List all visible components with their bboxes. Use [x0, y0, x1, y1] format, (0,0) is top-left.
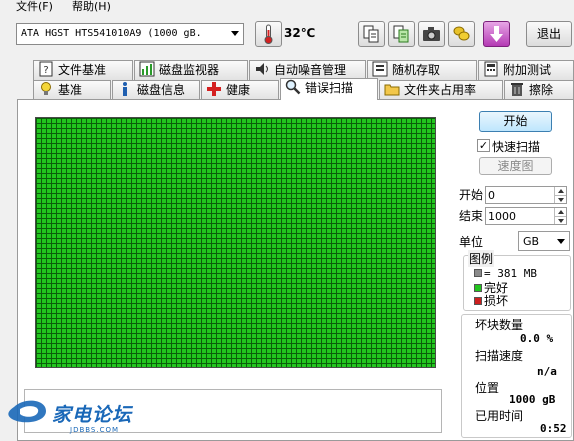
block-swatch-icon — [474, 269, 482, 277]
tab-benchmark[interactable]: 基准 — [33, 80, 111, 100]
copy-image-button[interactable] — [388, 21, 415, 47]
watermark-subtext: JDBBS.COM — [70, 426, 120, 434]
unit-label: 单位 — [459, 235, 484, 249]
tab-error-scan-label: 错误扫描 — [305, 81, 354, 95]
bad-blocks-label: 坏块数量 — [475, 318, 524, 332]
tab-file-benchmark-label: 文件基准 — [58, 63, 107, 77]
tab-aam[interactable]: 自动噪音管理 — [249, 60, 366, 80]
bad-blocks-value: 0.0 % — [520, 332, 554, 345]
download-arrow-icon — [490, 26, 503, 42]
screenshot-button[interactable] — [418, 21, 445, 47]
menu-file[interactable]: 文件(F) — [16, 0, 53, 14]
end-position-input[interactable]: 1000 — [485, 207, 567, 225]
elapsed-time-label: 已用时间 — [475, 409, 524, 423]
unit-select[interactable]: GB — [518, 231, 570, 251]
menu-bar: 文件(F) 帮助(H) — [0, 0, 574, 14]
tab-benchmark-label: 基准 — [58, 83, 83, 97]
scan-block-grid — [35, 117, 436, 368]
tab-erase-label: 擦除 — [529, 83, 554, 97]
trash-icon — [511, 83, 523, 96]
calculator-icon — [484, 61, 498, 77]
copy-green-icon — [393, 25, 409, 43]
tab-erase[interactable]: 擦除 — [504, 80, 574, 100]
magnifier-icon — [285, 79, 301, 95]
copy-text-button[interactable] — [358, 21, 385, 47]
quick-scan-label: 快速扫描 — [492, 140, 541, 154]
options-button[interactable] — [448, 21, 475, 47]
spin-down-icon[interactable] — [554, 195, 566, 203]
drive-select[interactable]: ATA HGST HTS541010A9 (1000 gB. — [16, 23, 244, 45]
tab-random-access-label: 随机存取 — [392, 63, 441, 77]
tab-health-label: 健康 — [226, 83, 251, 97]
spin-up-icon[interactable] — [554, 208, 566, 216]
menu-help[interactable]: 帮助(H) — [72, 0, 111, 14]
chevron-down-icon — [557, 239, 565, 244]
svg-text:?: ? — [43, 65, 48, 76]
bad-swatch-icon — [474, 297, 482, 305]
speaker-icon — [256, 63, 268, 75]
good-swatch-icon — [474, 284, 482, 292]
start-position-value: 0 — [488, 189, 495, 202]
position-label: 位置 — [475, 381, 500, 395]
unit-select-value: GB — [523, 235, 540, 248]
end-position-label: 结束 — [459, 209, 484, 223]
red-cross-icon — [207, 82, 221, 96]
copy-icon — [363, 25, 379, 43]
tab-error-scan[interactable]: 错误扫描 — [280, 78, 378, 100]
quick-scan-checkbox[interactable]: ✓ — [477, 139, 490, 152]
chevron-down-icon — [231, 31, 239, 36]
update-button[interactable] — [483, 21, 510, 47]
tab-folder-usage[interactable]: 文件夹占用率 — [379, 80, 503, 100]
spin-up-icon[interactable] — [554, 187, 566, 195]
scan-speed-label: 扫描速度 — [475, 349, 524, 363]
temperature-button[interactable] — [255, 21, 282, 47]
tab-health[interactable]: 健康 — [201, 80, 279, 100]
tab-extra-tests-label: 附加测试 — [503, 63, 552, 77]
info-page-icon: ? — [39, 61, 53, 77]
folder-icon — [384, 84, 400, 96]
tab-aam-label: 自动噪音管理 — [274, 63, 347, 77]
tab-random-access[interactable]: 随机存取 — [367, 60, 477, 80]
end-position-value: 1000 — [488, 210, 516, 223]
tab-disk-info[interactable]: 磁盘信息 — [112, 80, 200, 100]
scan-speed-value: n/a — [537, 365, 557, 378]
spin-down-icon[interactable] — [554, 216, 566, 224]
legend-bad: 损坏 — [474, 292, 508, 309]
tab-disk-info-label: 磁盘信息 — [137, 83, 186, 97]
bar-chart-icon — [139, 61, 155, 77]
temperature-readout: 32℃ — [284, 26, 316, 40]
thermometer-icon — [264, 24, 273, 44]
legend-block-size: = 381 MB — [474, 266, 537, 280]
elapsed-time-value: 0:52 — [540, 422, 567, 435]
info-icon — [123, 82, 127, 96]
start-scan-button[interactable]: 开始 — [479, 111, 552, 132]
speed-chart-button[interactable]: 速度图 — [479, 157, 552, 175]
tab-extra-tests[interactable]: 附加测试 — [478, 60, 574, 80]
tab-folder-usage-label: 文件夹占用率 — [404, 83, 477, 97]
position-value: 1000 gB — [509, 393, 556, 406]
exit-button[interactable]: 退出 — [526, 21, 572, 47]
drive-select-value: ATA HGST HTS541010A9 (1000 gB. — [21, 28, 202, 39]
tab-disk-monitor[interactable]: 磁盘监视器 — [134, 60, 248, 80]
tab-file-benchmark[interactable]: ? 文件基准 — [33, 60, 133, 80]
watermark-text: 家电论坛 — [52, 404, 133, 426]
start-position-input[interactable]: 0 — [485, 186, 567, 204]
camera-icon — [423, 27, 440, 41]
random-access-icon — [372, 61, 388, 77]
start-position-label: 开始 — [459, 188, 484, 202]
coins-icon — [453, 26, 470, 41]
lightbulb-icon — [41, 82, 51, 95]
tab-disk-monitor-label: 磁盘监视器 — [159, 63, 220, 77]
legend-title: 图例 — [468, 250, 495, 267]
